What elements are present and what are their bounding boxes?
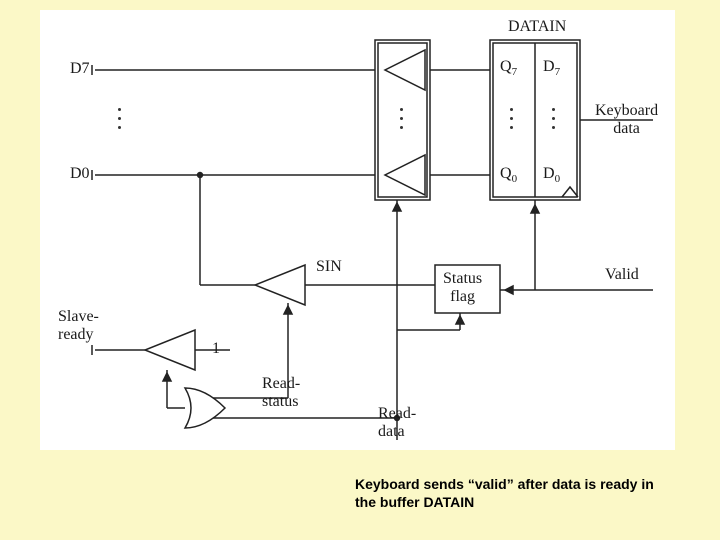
ellipsis-buffers [400, 108, 403, 129]
ellipsis-left [118, 108, 121, 129]
label-d0r: D0 [543, 165, 560, 185]
label-one: 1 [212, 340, 220, 358]
label-read-status: Read-status [262, 375, 300, 411]
label-q7: Q7 [500, 58, 517, 78]
ellipsis-d [552, 108, 555, 129]
diagram-panel: D7 D0 DATAIN Q7 D7 Q0 D0 Keyboarddata Va… [40, 10, 675, 450]
label-datain: DATAIN [508, 18, 566, 36]
label-d7: D7 [70, 60, 90, 78]
label-q0: Q0 [500, 165, 517, 185]
schematic-svg [40, 10, 675, 450]
label-d7r: D7 [543, 58, 560, 78]
label-sin: SIN [316, 258, 342, 276]
label-keyboard-data: Keyboarddata [595, 102, 658, 138]
ellipsis-q [510, 108, 513, 129]
label-slave-ready: Slave-ready [58, 308, 99, 344]
label-read-data: Read-data [378, 405, 416, 441]
label-valid: Valid [605, 266, 639, 284]
caption-text: Keyboard sends “valid” after data is rea… [355, 475, 675, 511]
label-d0: D0 [70, 165, 90, 183]
label-status-flag: Statusflag [443, 270, 482, 306]
